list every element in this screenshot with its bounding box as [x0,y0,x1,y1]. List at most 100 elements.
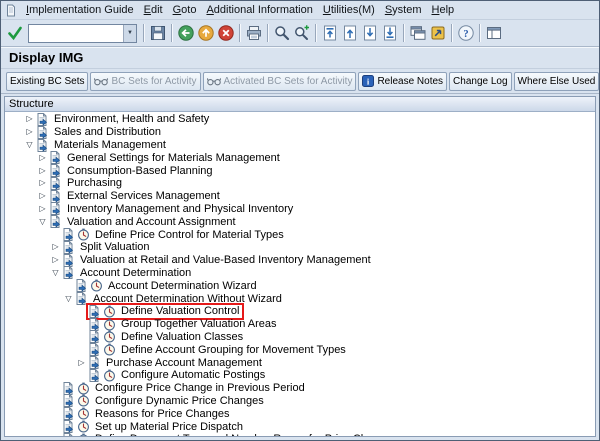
img-doc-icon[interactable] [62,241,77,254]
save-icon[interactable] [148,23,168,43]
tree-item-label[interactable]: Define Price Control for Material Types [92,229,287,241]
previous-page-icon[interactable] [340,23,360,43]
tree-item-label[interactable]: Materials Management [51,139,169,151]
tree-item-label[interactable]: Sales and Distribution [51,126,164,138]
img-activity-icon[interactable] [77,420,92,433]
img-activity-icon[interactable] [103,343,118,356]
cancel-icon[interactable] [216,23,236,43]
tree-item-label[interactable]: Define Document Type and Number Range fo… [92,433,394,436]
img-doc-icon[interactable] [75,279,90,292]
img-activity-icon[interactable] [103,369,118,382]
img-doc-icon[interactable] [62,228,77,241]
command-field[interactable] [29,25,123,42]
tree-item-label[interactable]: Define Valuation Control [118,305,242,317]
tree-item-label[interactable]: Account Determination Without Wizard [90,293,285,305]
new-session-icon[interactable] [408,23,428,43]
img-doc-icon[interactable] [62,420,77,433]
tree-item-label[interactable]: Account Determination [77,267,194,279]
collapse-icon[interactable]: ▽ [49,267,62,279]
create-shortcut-icon[interactable] [428,23,448,43]
img-activity-icon[interactable] [77,394,92,407]
img-activity-icon[interactable] [103,330,118,343]
print-icon[interactable] [244,23,264,43]
img-activity-icon[interactable] [90,279,105,292]
img-doc-icon[interactable] [62,394,77,407]
tree-item-label[interactable]: Valuation and Account Assignment [64,216,239,228]
img-doc-icon[interactable] [88,343,103,356]
expand-icon[interactable]: ▷ [36,165,49,177]
help-icon[interactable]: ? [456,23,476,43]
tree-item-label[interactable]: General Settings for Materials Managemen… [64,152,283,164]
change-log-button[interactable]: Change Log [449,72,512,91]
command-field-dropdown-icon[interactable]: ▼ [123,25,136,42]
img-doc-icon[interactable] [62,407,77,420]
first-page-icon[interactable] [320,23,340,43]
img-doc-icon[interactable] [49,164,64,177]
img-doc-icon[interactable] [36,139,51,152]
customize-layout-icon[interactable] [484,23,504,43]
img-doc-icon[interactable] [88,318,103,331]
tree-item-label[interactable]: Split Valuation [77,241,153,253]
existing-bc-sets-button[interactable]: Existing BC Sets [6,72,88,91]
img-doc-icon[interactable] [62,266,77,279]
expand-icon[interactable]: ▷ [36,203,49,215]
img-doc-icon[interactable] [62,433,77,436]
img-doc-icon[interactable] [49,151,64,164]
img-doc-icon[interactable] [88,330,103,343]
tree-item-label[interactable]: Configure Dynamic Price Changes [92,395,267,407]
activated-bc-sets-for-activity-button[interactable]: Activated BC Sets for Activity [203,72,357,91]
tree-item-label[interactable]: Account Determination Wizard [105,280,260,292]
collapse-icon[interactable]: ▽ [62,293,75,305]
img-doc-icon[interactable] [49,177,64,190]
img-activity-icon[interactable] [103,305,118,318]
expand-icon[interactable]: ▷ [49,254,62,266]
find-icon[interactable] [272,23,292,43]
tree-item-label[interactable]: Configure Price Change in Previous Perio… [92,382,308,394]
expand-icon[interactable]: ▷ [49,241,62,253]
expand-icon[interactable]: ▷ [75,357,88,369]
tree-item-label[interactable]: Group Together Valuation Areas [118,318,280,330]
tree-item-label[interactable]: Environment, Health and Safety [51,113,212,125]
menu-goto[interactable]: Goto [168,3,202,17]
img-doc-icon[interactable] [62,254,77,267]
tree-item-label[interactable]: Configure Automatic Postings [118,369,268,381]
back-icon[interactable] [176,23,196,43]
expand-icon[interactable]: ▷ [36,177,49,189]
tree-item-label[interactable]: External Services Management [64,190,223,202]
exit-icon[interactable] [196,23,216,43]
menu-system[interactable]: System [380,3,427,17]
img-activity-icon[interactable] [77,407,92,420]
expand-icon[interactable]: ▷ [36,190,49,202]
tree-item-label[interactable]: Set up Material Price Dispatch [92,421,246,433]
tree-item-label[interactable]: Purchasing [64,177,125,189]
img-doc-icon[interactable] [88,356,103,369]
img-doc-icon[interactable] [49,190,64,203]
img-doc-icon[interactable] [49,215,64,228]
img-activity-icon[interactable] [77,228,92,241]
collapse-icon[interactable]: ▽ [36,216,49,228]
menu-additional-information[interactable]: Additional Information [201,3,317,17]
tree-item-label[interactable]: Inventory Management and Physical Invent… [64,203,296,215]
img-doc-icon[interactable] [62,382,77,395]
tree-item-label[interactable]: Define Account Grouping for Movement Typ… [118,344,349,356]
menu-implementation-guide[interactable]: Implementation Guide [21,3,139,17]
find-next-icon[interactable] [292,23,312,43]
img-doc-icon[interactable] [49,202,64,215]
tree-item-label[interactable]: Reasons for Price Changes [92,408,233,420]
img-doc-icon[interactable] [88,305,103,318]
enter-icon[interactable] [5,23,25,43]
tree-item-label[interactable]: Valuation at Retail and Value-Based Inve… [77,254,374,266]
menu-edit[interactable]: Edit [139,3,168,17]
menu-utilities-m[interactable]: Utilities(M) [318,3,380,17]
tree-item-label[interactable]: Purchase Account Management [103,357,265,369]
last-page-icon[interactable] [380,23,400,43]
img-doc-icon[interactable] [36,126,51,139]
where-else-used-button[interactable]: Where Else Used [514,72,600,91]
img-activity-icon[interactable] [77,433,92,436]
next-page-icon[interactable] [360,23,380,43]
expand-icon[interactable]: ▷ [23,113,36,125]
tree-item-label[interactable]: Define Valuation Classes [118,331,246,343]
menu-help[interactable]: Help [427,3,460,17]
img-activity-icon[interactable] [77,382,92,395]
expand-icon[interactable]: ▷ [23,126,36,138]
